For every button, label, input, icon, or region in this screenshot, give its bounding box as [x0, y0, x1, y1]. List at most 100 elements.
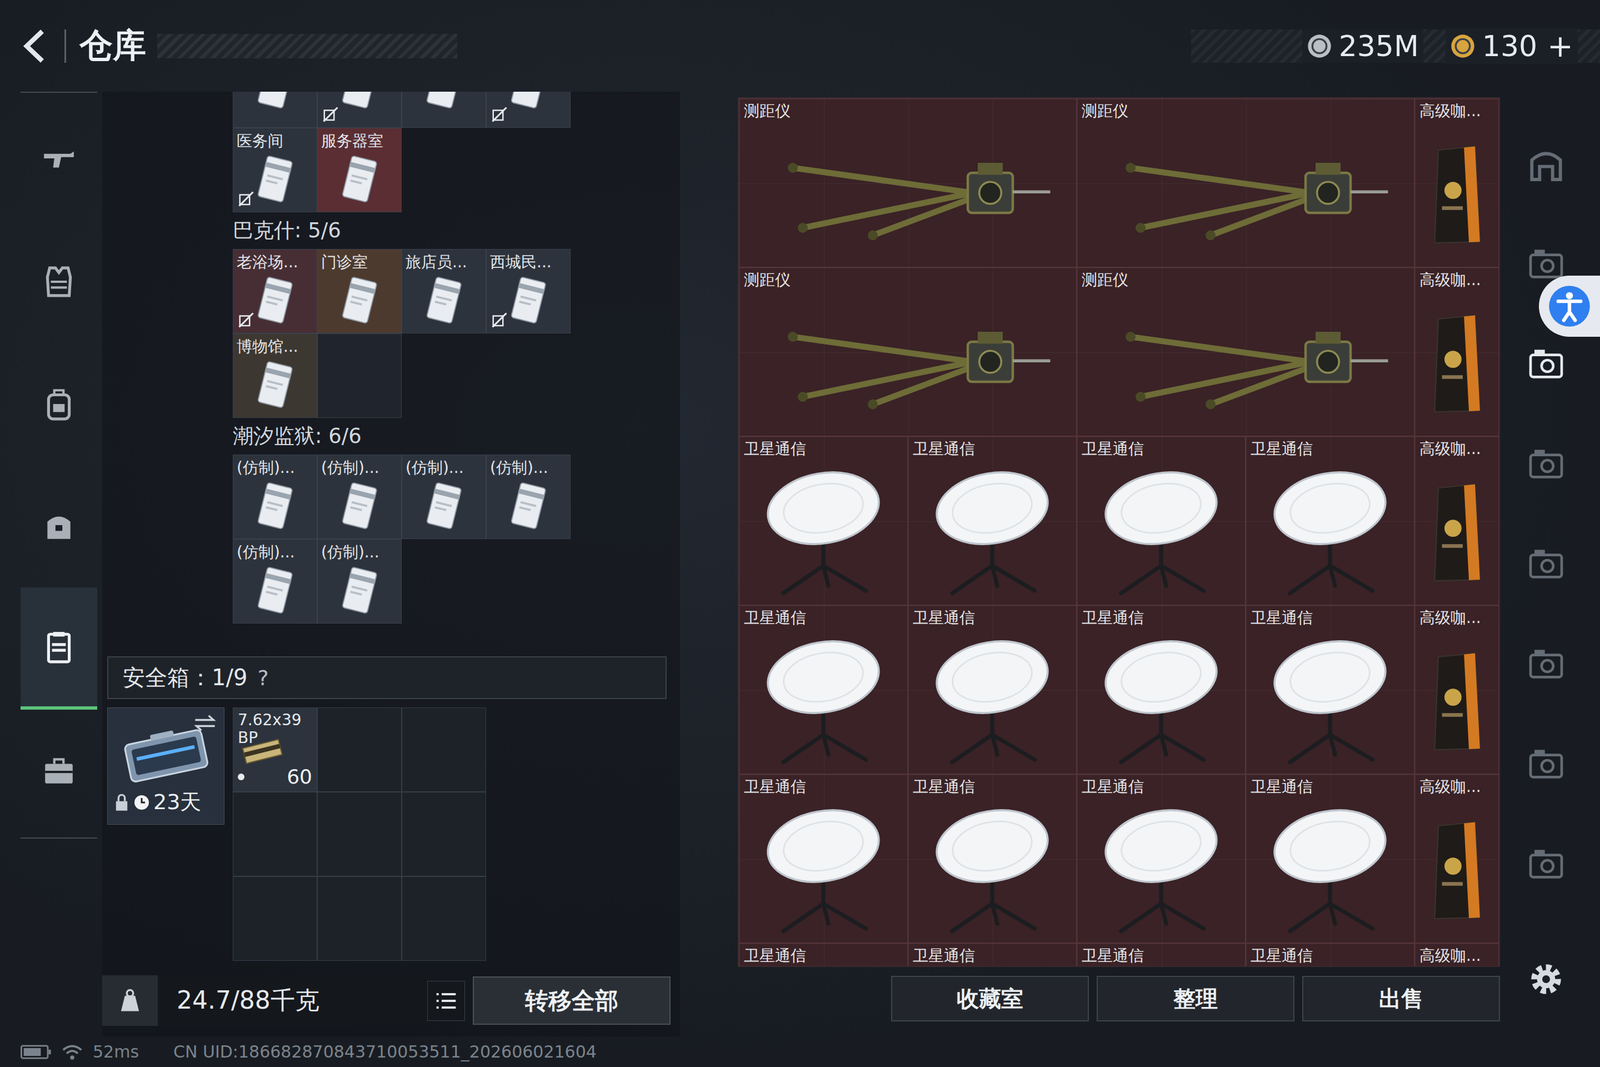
key-card[interactable]: (仿制)... — [401, 454, 487, 539]
key-card[interactable]: 医务间 — [232, 127, 318, 213]
help-button[interactable]: ? — [257, 665, 269, 690]
back-arrow-icon[interactable] — [18, 26, 50, 66]
ammo-item[interactable]: 7.62x39 BP 60 — [232, 707, 318, 792]
main-area: 医务间 服务器室 巴克什: 5/6 老浴场... 门诊室 旅店员... 西城民.… — [0, 91, 1600, 1037]
coffee-bag-icon — [1426, 475, 1488, 587]
stash-item[interactable]: 卫星通信 — [1245, 773, 1415, 943]
key-card[interactable] — [401, 91, 487, 128]
stash-item[interactable]: 卫星通信 — [1245, 605, 1415, 774]
rangefinder-icon — [757, 132, 1058, 253]
stash-item[interactable]: 测距仪 — [1076, 267, 1415, 437]
title-decoration — [157, 33, 458, 59]
stash-item[interactable]: 卫星通信 — [1076, 605, 1246, 774]
empty-slot — [317, 333, 402, 418]
satellite-dish-icon — [1255, 465, 1405, 596]
keycard-icon — [248, 91, 302, 113]
stash-page-tab[interactable] — [1526, 413, 1566, 514]
stash-item[interactable]: 卫星通信 — [1245, 942, 1415, 967]
nav-item[interactable] — [20, 587, 98, 710]
stash-page-tab[interactable] — [1526, 113, 1566, 214]
key-card[interactable]: (仿制)... — [486, 454, 571, 539]
stash-item[interactable]: 卫星通信 — [738, 773, 908, 943]
nav-item[interactable] — [20, 220, 98, 343]
stash-item[interactable]: 卫星通信 — [1076, 942, 1246, 967]
key-card[interactable]: 老浴场... — [232, 248, 318, 334]
key-section-label: 巴克什: 5/6 — [232, 212, 680, 249]
satellite-dish-icon — [1255, 803, 1405, 934]
nav-item[interactable] — [20, 342, 98, 465]
key-card[interactable]: (仿制)... — [317, 538, 402, 624]
stash-item[interactable]: 测距仪 — [1076, 98, 1415, 268]
keycard-icon — [332, 152, 387, 207]
lock-icon — [113, 792, 130, 812]
stash-item[interactable]: 高级咖... — [1414, 773, 1499, 943]
stash-item[interactable]: 卫星通信 — [738, 605, 908, 774]
key-card[interactable] — [232, 91, 318, 128]
satellite-dish-icon — [917, 465, 1068, 596]
stash-item[interactable]: 测距仪 — [738, 98, 1077, 268]
marked-icon — [237, 311, 255, 329]
key-card[interactable]: (仿制)... — [232, 538, 318, 624]
coffee-bag-icon — [1426, 306, 1488, 418]
keycard-icon — [248, 358, 302, 412]
stash-page-icon — [1526, 844, 1566, 884]
armor-icon — [41, 264, 77, 299]
stash-item[interactable]: 卫星通信 — [738, 436, 908, 605]
currency-amount: 235M — [1338, 29, 1419, 63]
nav-item[interactable] — [20, 98, 98, 221]
item-name: 卫星通信 — [1081, 438, 1241, 459]
currency-amount: 130 — [1482, 29, 1538, 63]
key-card[interactable]: 服务器室 — [317, 127, 402, 213]
stash-item[interactable]: 卫星通信 — [907, 942, 1077, 967]
marked-icon — [322, 106, 339, 123]
inventory-panel: 医务间 服务器室 巴克什: 5/6 老浴场... 门诊室 旅店员... 西城民.… — [102, 91, 680, 1037]
item-name: 卫星通信 — [912, 607, 1072, 628]
keycard-icon — [248, 479, 302, 533]
stash-item[interactable]: 高级咖... — [1414, 267, 1499, 437]
key-list: 医务间 服务器室 巴克什: 5/6 老浴场... 门诊室 旅店员... 西城民.… — [102, 91, 680, 653]
marked-icon — [491, 106, 508, 123]
nav-item[interactable] — [20, 465, 98, 588]
satellite-dish-icon — [1086, 803, 1237, 934]
stash-item[interactable]: 卫星通信 — [1076, 436, 1246, 605]
stash-item[interactable]: 卫星通信 — [907, 773, 1077, 943]
nav-item[interactable] — [20, 709, 98, 832]
stash-item[interactable]: 高级咖... — [1414, 605, 1499, 774]
stash-item[interactable]: 高级咖... — [1414, 98, 1499, 268]
stash-item[interactable]: 卫星通信 — [738, 942, 908, 967]
currency: 235M — [1302, 29, 1424, 63]
keycard-icon — [501, 91, 555, 113]
stash-item[interactable]: 高级咖... — [1414, 942, 1499, 967]
stash-item[interactable]: 卫星通信 — [1245, 436, 1415, 605]
add-currency-button[interactable]: + — [1547, 27, 1574, 64]
stash-page-tab[interactable] — [1526, 513, 1566, 614]
gear-icon[interactable] — [1526, 959, 1566, 999]
stash-item[interactable]: 卫星通信 — [1076, 773, 1246, 943]
key-card[interactable]: (仿制)... — [317, 454, 402, 539]
list-view-button[interactable] — [427, 980, 465, 1021]
key-card[interactable]: 门诊室 — [317, 248, 402, 334]
safe-box-header: 安全箱：1/9 ? — [107, 656, 667, 699]
stash-page-tab[interactable] — [1526, 813, 1566, 914]
stash-action-button[interactable]: 整理 — [1096, 975, 1295, 1022]
stash-page-tab[interactable] — [1526, 713, 1566, 814]
key-card[interactable] — [486, 91, 571, 128]
key-card[interactable]: 西城民... — [486, 248, 571, 334]
key-card[interactable]: 博物馆... — [232, 333, 318, 418]
transfer-all-button[interactable]: 转移全部 — [472, 976, 671, 1025]
safe-box[interactable]: 23天 — [107, 707, 225, 825]
key-card[interactable]: (仿制)... — [232, 454, 318, 539]
stash-item[interactable]: 测距仪 — [738, 267, 1077, 437]
swap-icon[interactable] — [192, 713, 218, 733]
stash-action-button[interactable]: 出售 — [1302, 975, 1500, 1022]
stash-action-button[interactable]: 收藏室 — [891, 975, 1089, 1022]
key-card[interactable] — [317, 91, 402, 128]
stash-page-tab[interactable] — [1526, 613, 1566, 714]
stash-item[interactable]: 高级咖... — [1414, 436, 1499, 605]
accessibility-button[interactable] — [1538, 275, 1600, 337]
key-card[interactable]: 旅店员... — [401, 248, 487, 334]
empty-slot — [401, 707, 487, 792]
stash-item[interactable]: 卫星通信 — [907, 605, 1077, 774]
title-separator — [64, 29, 67, 63]
stash-item[interactable]: 卫星通信 — [907, 436, 1077, 605]
